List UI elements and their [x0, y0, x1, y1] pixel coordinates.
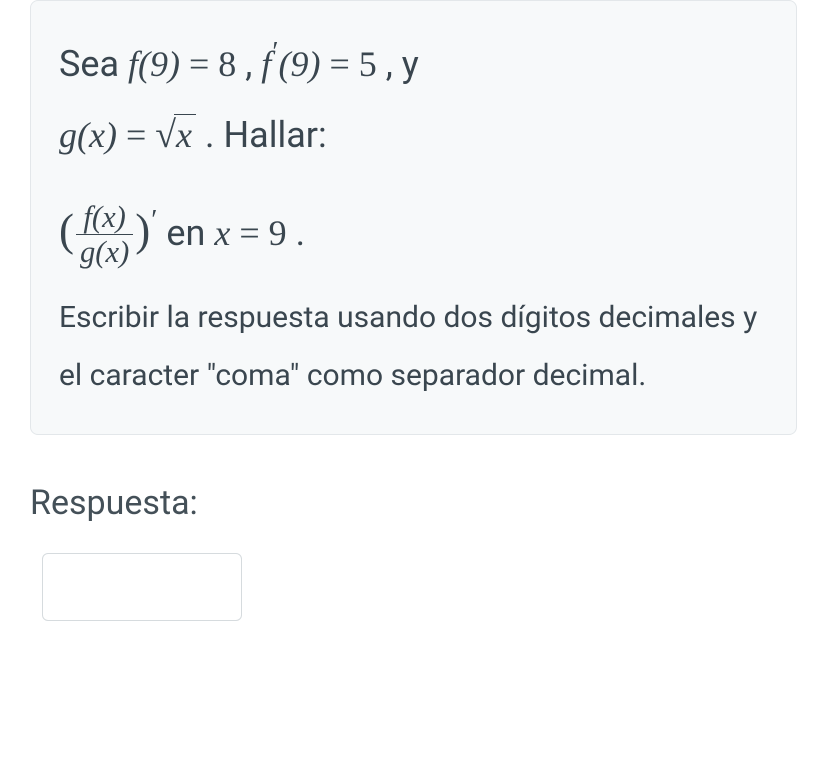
comma-1: ,: [245, 43, 261, 85]
fp-prime: ′: [272, 37, 278, 68]
sqrt-arg: x: [174, 114, 196, 155]
at-var: x: [214, 213, 230, 253]
eq-1: =: [189, 44, 209, 84]
math-at: x = 9: [214, 213, 295, 253]
answer-label: Respuesta:: [30, 483, 797, 523]
eq-3: =: [126, 115, 146, 155]
f9-lhs: f(9): [128, 44, 180, 84]
math-f9: f(9) = 8: [128, 44, 245, 84]
comma-2: , y: [386, 43, 419, 85]
frac-den-arg: (x): [95, 235, 129, 269]
at-val: 9: [269, 213, 287, 253]
question-box: Sea f(9) = 8 , f′(9) = 5 , y g(x) = √x .…: [30, 0, 797, 435]
lead-text: Sea: [59, 43, 128, 85]
fp-f: f: [261, 44, 271, 84]
problem-line-1: Sea f(9) = 8 , f′(9) = 5 , y: [59, 29, 768, 99]
en-text: en: [166, 212, 214, 254]
hallar-text: . Hallar:: [205, 114, 327, 156]
sqrt-symbol: √: [155, 114, 176, 156]
eq-2: =: [329, 44, 349, 84]
frac-num-arg: (x): [92, 200, 126, 234]
fraction: f(x) g(x): [76, 201, 133, 268]
f9-val: 8: [218, 44, 236, 84]
fp-arg: (9): [278, 44, 320, 84]
answer-section: Respuesta:: [30, 435, 797, 621]
problem-line-2: g(x) = √x . Hallar:: [59, 99, 768, 173]
deriv-prime: ′: [151, 205, 157, 236]
math-g: g(x) = √x: [59, 115, 205, 155]
g-arg: (x): [77, 115, 117, 155]
problem-line-3: ( f(x) g(x) )′ en x = 9 .: [59, 187, 768, 275]
math-quotient-deriv: ( f(x) g(x) )′: [59, 213, 166, 253]
math-fprime9: f′(9) = 5: [261, 44, 385, 84]
fp-val: 5: [359, 44, 377, 84]
eq-4: =: [239, 213, 259, 253]
instruction-text: Escribir la respuesta usando dos dígitos…: [59, 289, 768, 406]
period: .: [296, 212, 306, 254]
frac-num-f: f: [83, 200, 92, 234]
g-g: g: [59, 115, 77, 155]
answer-input[interactable]: [42, 553, 242, 621]
frac-den-g: g: [80, 235, 95, 269]
